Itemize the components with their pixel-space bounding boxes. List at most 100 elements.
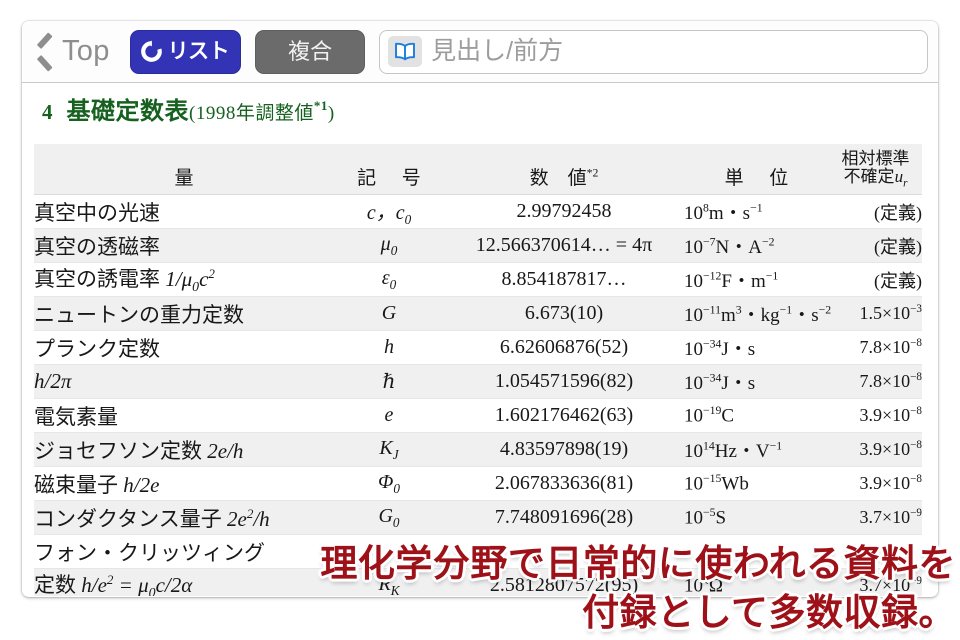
cell-quantity: フォン・クリッツィング: [34, 534, 334, 569]
list-mode-label: リスト: [167, 40, 230, 63]
cell-uncertainty: 3.7×10−9: [829, 568, 922, 596]
cell-symbol: h: [334, 330, 444, 365]
cell-value: 2.5812807572(95): [444, 568, 684, 596]
table-row[interactable]: 真空中の光速 c，c0 2.99792458 108m・s−1 (定義): [34, 194, 922, 229]
cell-quantity: プランク定数: [34, 330, 334, 365]
cell-uncertainty: [829, 534, 922, 569]
table-row[interactable]: ジョセフソン定数 2e/h KJ 4.83597898(19) 1014Hz・V−1 3…: [34, 432, 922, 467]
cell-symbol: ℏ: [334, 364, 444, 399]
cell-symbol: ε0: [334, 262, 444, 297]
col-header-uncertainty: 相対標準 不確定ur: [829, 144, 922, 195]
cell-uncertainty: (定義): [829, 228, 922, 263]
cell-quantity: 磁束量子 h/2e: [34, 466, 334, 501]
cell-symbol: e: [334, 398, 444, 433]
cell-uncertainty: 3.9×10−8: [829, 466, 922, 501]
table-header: 量 記 号 数 値*2 単 位 相対標準 不確定ur: [34, 144, 922, 195]
section-subtitle: (1998年調整値*1): [189, 98, 335, 124]
chevron-left-icon: [34, 35, 56, 69]
table-row[interactable]: h/2π ℏ 1.054571596(82) 10−34J・s 7.8×10−8: [34, 364, 922, 399]
cell-symbol: μ0: [334, 228, 444, 263]
cell-value: 12.566370614… = 4π: [444, 228, 684, 263]
cell-value: [444, 534, 684, 569]
cell-quantity: 電気素量: [34, 398, 334, 433]
cell-value: 4.83597898(19): [444, 432, 684, 467]
cell-quantity: ジョセフソン定数 2e/h: [34, 432, 334, 467]
cell-unit: 104Ω: [684, 568, 829, 596]
cell-uncertainty: 3.9×10−8: [829, 398, 922, 433]
cell-unit: 10−7N・A−2: [684, 228, 829, 263]
cell-symbol: G0: [334, 500, 444, 535]
cell-quantity: 定数 h/e2 = μ0c/2α: [34, 568, 334, 596]
table-row[interactable]: 電気素量 e 1.602176462(63) 10−19C 3.9×10−8: [34, 398, 922, 433]
cell-uncertainty: (定義): [829, 194, 922, 229]
cell-quantity: 真空の誘電率 1/μ0c2: [34, 262, 334, 297]
cell-quantity: ニュートンの重力定数: [34, 296, 334, 331]
table-body: 真空中の光速 c，c0 2.99792458 108m・s−1 (定義) 真空の透磁率 μ0…: [34, 194, 922, 596]
compound-search-label: 複合: [288, 38, 333, 64]
device-frame: Top リスト 複合 見出し/前方 4 基礎定数表(1998年調整値*1) 量 …: [22, 21, 938, 597]
cell-unit: [684, 534, 829, 569]
cell-uncertainty: 3.7×10−9: [829, 500, 922, 535]
table-row[interactable]: 磁束量子 h/2e Φ0 2.067833636(81) 10−15Wb 3.9×10−…: [34, 466, 922, 501]
cell-uncertainty: (定義): [829, 262, 922, 297]
col-header-symbol: 記 号: [334, 144, 444, 195]
cell-uncertainty: 7.8×10−8: [829, 330, 922, 365]
table-header-row: 量 記 号 数 値*2 単 位 相対標準 不確定ur: [34, 144, 922, 195]
refresh-circle-arrow-icon: [140, 40, 163, 63]
cell-symbol: [334, 534, 444, 569]
open-book-icon: [388, 36, 423, 67]
cell-value: 1.054571596(82): [444, 364, 684, 399]
cell-quantity: 真空の透磁率: [34, 228, 334, 263]
cell-unit: 10−12F・m−1: [684, 262, 829, 297]
cell-symbol: G: [334, 296, 444, 331]
back-to-top-button[interactable]: Top: [34, 35, 116, 69]
col-header-quantity: 量: [34, 144, 334, 195]
cell-value: 6.673(10): [444, 296, 684, 331]
list-mode-button[interactable]: リスト: [129, 29, 242, 74]
table-row[interactable]: 真空の透磁率 μ0 12.566370614… = 4π 10−7N・A−2 (定義): [34, 228, 922, 263]
section-footnote-marker: *1: [313, 98, 328, 113]
col-header-value: 数 値*2: [444, 144, 684, 195]
cell-uncertainty: 7.8×10−8: [829, 364, 922, 399]
cell-symbol: KJ: [334, 432, 444, 467]
search-placeholder-text: 見出し/前方: [431, 37, 564, 65]
table-row[interactable]: 定数 h/e2 = μ0c/2α RK 2.5812807572(95) 104Ω 3.…: [34, 568, 922, 596]
cell-quantity: 真空中の光速: [34, 194, 334, 229]
cell-quantity: h/2π: [34, 364, 334, 399]
section-title-text: 基礎定数表: [66, 99, 189, 125]
cell-value: 6.62606876(52): [444, 330, 684, 365]
cell-uncertainty: 1.5×10−3: [829, 296, 922, 331]
cell-symbol: c，c0: [334, 194, 444, 229]
table-row[interactable]: コンダクタンス量子 2e2/h G0 7.748091696(28) 10−5S 3.7…: [34, 500, 922, 535]
screenshot-root: Top リスト 複合 見出し/前方 4 基礎定数表(1998年調整値*1) 量 …: [0, 0, 960, 640]
section-number: 4: [42, 100, 53, 124]
cell-value: 1.602176462(63): [444, 398, 684, 433]
document-page[interactable]: 4 基礎定数表(1998年調整値*1) 量 記 号 数 値*2 単 位 相対標準…: [22, 83, 938, 596]
value-footnote-marker: *2: [586, 166, 599, 180]
section-title: 基礎定数表(1998年調整値*1): [67, 91, 335, 126]
cell-unit: 10−34J・s: [684, 330, 829, 365]
cell-symbol: RK: [334, 568, 444, 596]
table-row[interactable]: プランク定数 h 6.62606876(52) 10−34J・s 7.8×10−8: [34, 330, 922, 365]
table-row[interactable]: フォン・クリッツィング: [34, 534, 922, 569]
cell-unit: 10−11m3・kg−1・s−2: [684, 296, 831, 331]
table-row[interactable]: 真空の誘電率 1/μ0c2 ε0 8.854187817… 10−12F・m−1 (定義…: [34, 262, 922, 297]
constants-table: 量 記 号 数 値*2 単 位 相対標準 不確定ur 真空中の光速 c，c0 2.9…: [34, 144, 922, 596]
col-header-unit: 単 位: [684, 144, 829, 195]
table-row[interactable]: ニュートンの重力定数 G 6.673(10) 10−11m3・kg−1・s−2 1.5×…: [34, 296, 922, 331]
cell-unit: 10−5S: [684, 500, 829, 535]
cell-unit: 10−19C: [684, 398, 829, 433]
cell-unit: 108m・s−1: [684, 194, 829, 229]
cell-value: 8.854187817…: [444, 262, 684, 297]
cell-unit: 10−15Wb: [684, 466, 829, 501]
compound-search-button[interactable]: 複合: [255, 29, 366, 74]
toolbar: Top リスト 複合 見出し/前方: [22, 21, 938, 83]
cell-unit: 1014Hz・V−1: [684, 432, 829, 467]
cell-unit: 10−34J・s: [684, 364, 829, 399]
search-field[interactable]: 見出し/前方: [379, 29, 928, 74]
page-title: 4 基礎定数表(1998年調整値*1): [22, 83, 938, 126]
cell-value: 7.748091696(28): [444, 500, 684, 535]
cell-value: 2.067833636(81): [444, 466, 684, 501]
back-button-label: Top: [62, 35, 110, 67]
cell-uncertainty: 3.9×10−8: [829, 432, 922, 467]
